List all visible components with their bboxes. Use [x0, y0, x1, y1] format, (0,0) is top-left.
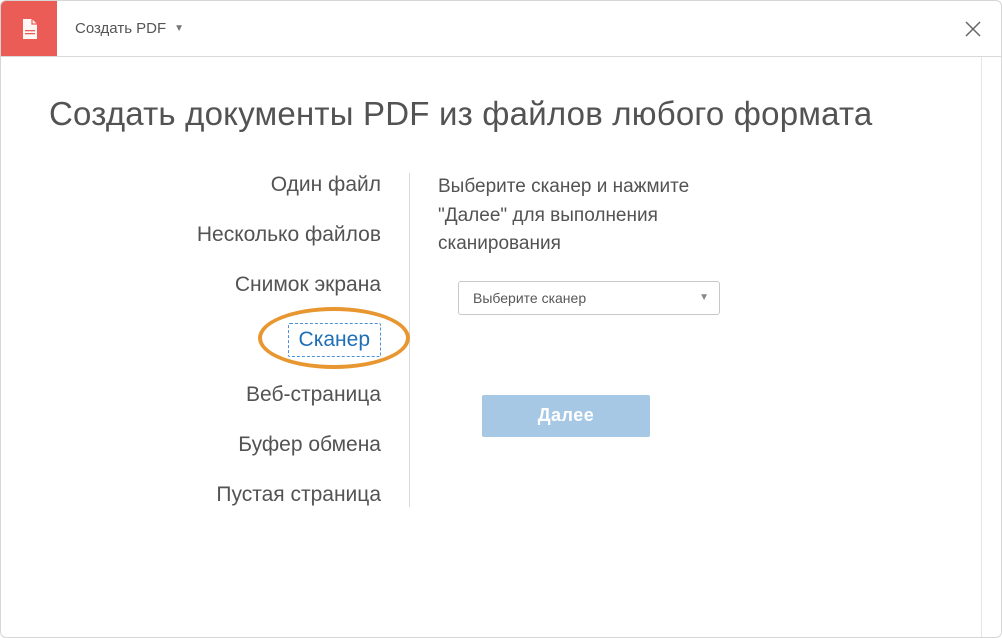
titlebar: Создать PDF ▼ — [1, 1, 1001, 57]
pdf-app-icon — [1, 1, 57, 56]
create-pdf-menu-label: Создать PDF — [75, 20, 166, 37]
option-screenshot[interactable]: Снимок экрана — [235, 273, 381, 297]
close-button[interactable] — [945, 1, 1001, 56]
create-pdf-menu[interactable]: Создать PDF ▼ — [57, 1, 202, 56]
option-multiple-files[interactable]: Несколько файлов — [197, 223, 381, 247]
scanner-select[interactable]: Выберите сканер ▼ — [458, 281, 720, 315]
scanner-panel: Выберите сканер и нажмите "Далее" для вы… — [410, 173, 933, 507]
option-clipboard[interactable]: Буфер обмена — [238, 433, 381, 457]
option-scanner[interactable]: Сканер — [288, 323, 381, 357]
content: Создать документы PDF из файлов любого ф… — [1, 57, 981, 637]
two-column-area: Один файл Несколько файлов Снимок экрана… — [49, 173, 933, 507]
option-scanner-wrap: Сканер — [288, 323, 381, 357]
next-button[interactable]: Далее — [482, 395, 650, 437]
dropdown-caret-icon: ▼ — [174, 23, 184, 34]
source-options-list: Один файл Несколько файлов Снимок экрана… — [49, 173, 409, 507]
option-single-file[interactable]: Один файл — [271, 173, 381, 197]
page-title: Создать документы PDF из файлов любого ф… — [49, 95, 933, 133]
chevron-down-icon: ▼ — [699, 292, 709, 303]
close-icon — [964, 20, 982, 38]
window: Создать PDF ▼ Создать документы PDF из ф… — [0, 0, 1002, 638]
option-web-page[interactable]: Веб-страница — [246, 383, 381, 407]
next-button-label: Далее — [538, 405, 595, 426]
scanner-select-placeholder: Выберите сканер — [473, 290, 586, 306]
option-blank-page[interactable]: Пустая страница — [216, 483, 381, 507]
scrollbar-gutter[interactable] — [981, 57, 1001, 637]
scanner-instruction: Выберите сканер и нажмите "Далее" для вы… — [438, 173, 718, 259]
body: Создать документы PDF из файлов любого ф… — [1, 57, 1001, 637]
